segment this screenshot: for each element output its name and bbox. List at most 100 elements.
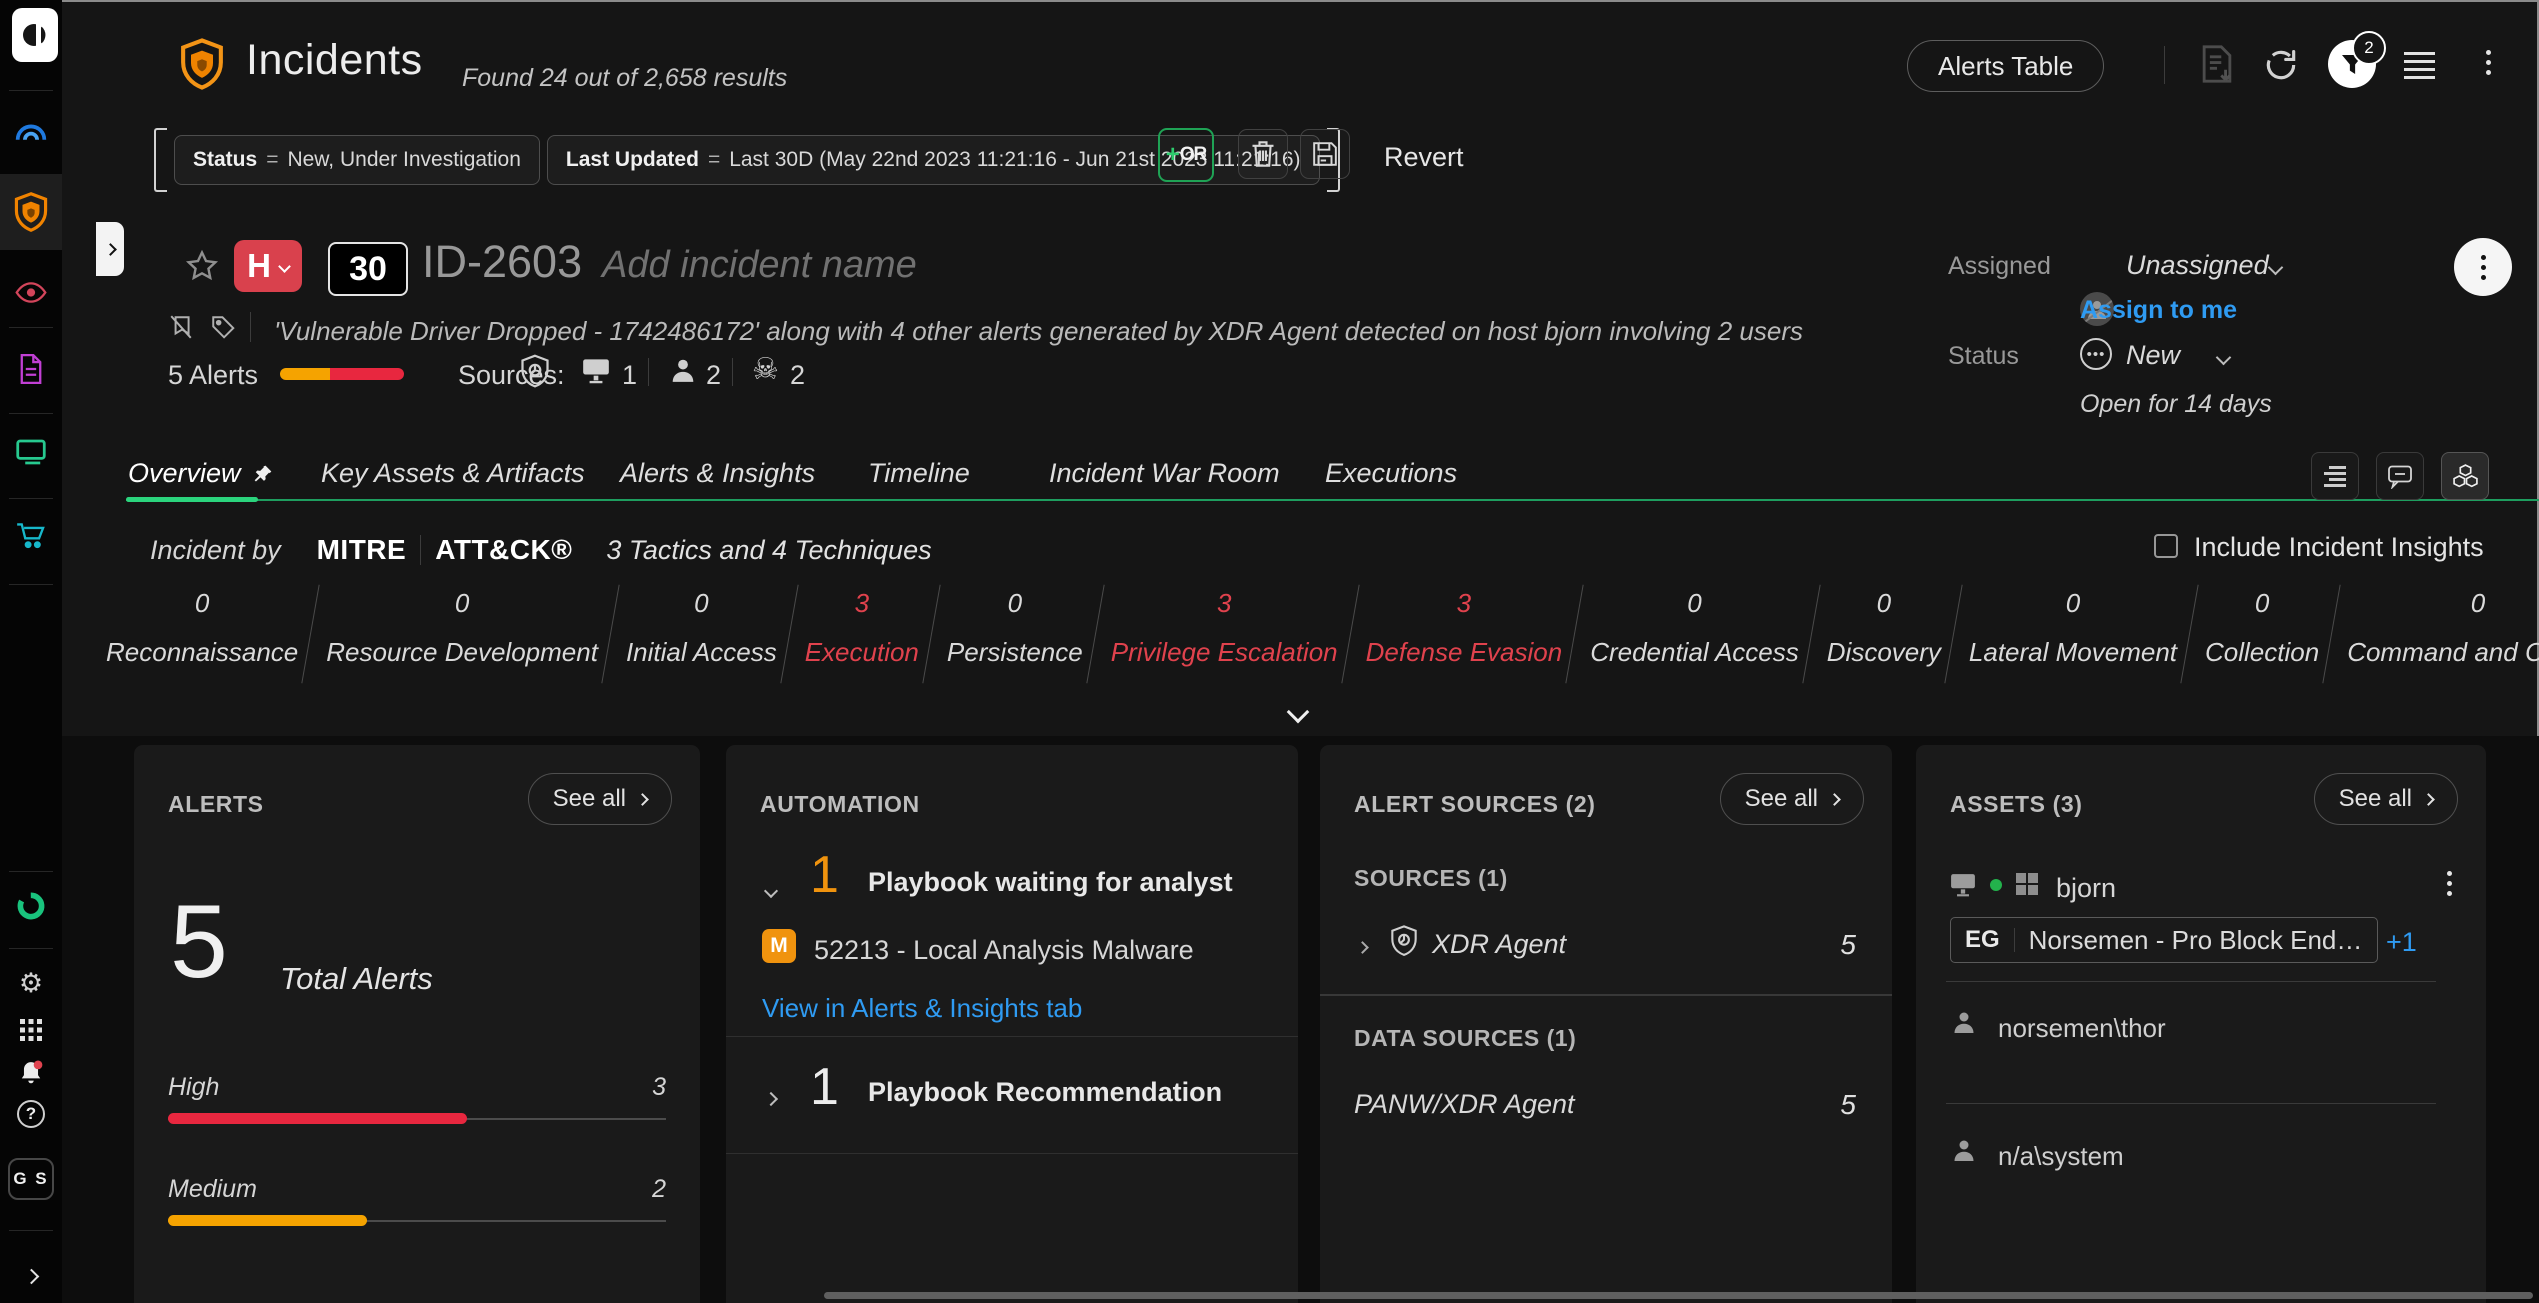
expand-panel-tab[interactable]: [96, 222, 124, 276]
add-or-filter-button[interactable]: +OR: [1158, 128, 1214, 182]
tactic-discovery[interactable]: 0Discovery: [1813, 588, 1955, 668]
sidebar-expand-button[interactable]: [0, 1258, 62, 1294]
tactic-collection[interactable]: 0Collection: [2191, 588, 2333, 668]
host-name[interactable]: bjorn: [2056, 873, 2116, 904]
sidebar-item-incidents[interactable]: [0, 182, 62, 242]
revert-button[interactable]: Revert: [1384, 142, 1464, 173]
save-filter-button[interactable]: [1300, 129, 1350, 179]
alert-item[interactable]: 52213 - Local Analysis Malware: [814, 935, 1194, 966]
muted-flag-icon[interactable]: [168, 314, 194, 340]
status-dropdown-chevron[interactable]: [2218, 350, 2229, 368]
help-icon[interactable]: ?: [0, 1094, 62, 1134]
status-value[interactable]: New: [2126, 340, 2180, 371]
medium-bar-segment: [280, 368, 330, 380]
tab-timeline[interactable]: Timeline: [868, 458, 970, 489]
source-expand-chevron[interactable]: [1358, 939, 1367, 957]
include-insights-checkbox[interactable]: [2154, 534, 2178, 558]
online-status-dot: [1990, 879, 2002, 891]
tactic-defense-evasion[interactable]: 3Defense Evasion: [1352, 588, 1577, 668]
tactic-command-and-control[interactable]: 0Command and Control: [2333, 588, 2539, 668]
refresh-icon[interactable]: [2262, 46, 2300, 84]
sidebar-item-marketplace[interactable]: [0, 514, 62, 558]
asset-divider: [1946, 1103, 2436, 1104]
bell-icon: [18, 1060, 44, 1086]
tactic-initial-access[interactable]: 0Initial Access: [612, 588, 791, 668]
tag-icon[interactable]: [210, 314, 236, 340]
tactic-execution[interactable]: 3Execution: [791, 588, 933, 668]
endpoint-group-tag[interactable]: EG Norsemen - Pro Block Endpoin...: [1950, 917, 2378, 963]
xdr-shield-icon[interactable]: [520, 354, 550, 390]
sidebar-item-investigation[interactable]: [0, 272, 62, 312]
asset-divider: [1946, 981, 2436, 982]
page-title: Incidents: [246, 36, 423, 85]
tactic-resource-development[interactable]: 0Resource Development: [312, 588, 612, 668]
tag-divider: [2014, 928, 2015, 952]
save-icon: [1312, 141, 1338, 167]
collapse-section-chevron[interactable]: [1290, 704, 1306, 725]
dashboard-arc-icon: [15, 122, 47, 142]
tactic-persistence[interactable]: 0Persistence: [933, 588, 1097, 668]
topbar-kebab-menu[interactable]: [2486, 50, 2491, 75]
asset-kebab-menu[interactable]: [2447, 871, 2452, 896]
alert-sources-see-all-button[interactable]: See all: [1720, 773, 1864, 825]
layout-list-toggle[interactable]: [2311, 452, 2359, 500]
sidebar-item-dashboard[interactable]: [0, 112, 62, 152]
menu-hamburger-icon[interactable]: [2404, 52, 2435, 79]
asset-user[interactable]: norsemen\thor: [1998, 1013, 2166, 1044]
expand-chevron[interactable]: [766, 1091, 776, 1109]
tactic-lateral-movement[interactable]: 0Lateral Movement: [1955, 588, 2191, 668]
threat-actors-count: 2: [790, 360, 805, 391]
asset-user[interactable]: n/a\system: [1998, 1141, 2124, 1172]
card-divider: [726, 1153, 1298, 1154]
align-lines-icon: [2323, 465, 2347, 487]
export-report-icon[interactable]: [2198, 44, 2236, 84]
hosts-count: 1: [622, 360, 637, 391]
incident-name-placeholder[interactable]: Add incident name: [602, 244, 917, 287]
filter-pill-status[interactable]: Status = New, Under Investigation: [174, 135, 540, 185]
eye-icon: [15, 282, 47, 303]
tab-alerts-insights[interactable]: Alerts & Insights: [620, 458, 815, 489]
view-in-alerts-link[interactable]: View in Alerts & Insights tab: [762, 993, 1082, 1024]
tactic-credential-access[interactable]: 0Credential Access: [1576, 588, 1813, 668]
tab-executions[interactable]: Executions: [1325, 458, 1457, 489]
star-favorite-icon[interactable]: [184, 248, 220, 284]
tab-war-room[interactable]: Incident War Room: [1049, 458, 1280, 489]
tactics-techniques-summary: 3 Tactics and 4 Techniques: [606, 535, 931, 566]
attack-logo: ATT&CK®: [435, 534, 572, 566]
settings-gear-icon[interactable]: ⚙: [0, 964, 62, 1002]
delete-filter-button[interactable]: [1238, 129, 1288, 179]
cortex-logo[interactable]: [12, 8, 58, 62]
stats-divider: [732, 358, 733, 386]
incident-score[interactable]: 30: [328, 242, 408, 296]
tactic-privilege-escalation[interactable]: 3Privilege Escalation: [1097, 588, 1352, 668]
notifications-bell-icon[interactable]: [0, 1054, 62, 1092]
tab-overview[interactable]: Overview: [128, 458, 273, 489]
more-groups-tag[interactable]: +1: [2386, 927, 2417, 958]
sidebar-item-platform[interactable]: [0, 884, 62, 928]
horizontal-scrollbar-thumb[interactable]: [824, 1292, 2533, 1299]
assignee-dropdown-chevron[interactable]: [2270, 260, 2281, 278]
blocks-view-toggle[interactable]: [2441, 452, 2489, 500]
tab-key-assets[interactable]: Key Assets & Artifacts: [321, 458, 585, 489]
assign-to-me-link[interactable]: Assign to me: [2080, 296, 2237, 325]
filter-button[interactable]: 2: [2328, 40, 2376, 88]
user-avatar-initials[interactable]: G S: [0, 1152, 62, 1206]
active-tab-underline: [126, 497, 258, 502]
sidebar-item-endpoints[interactable]: [0, 430, 62, 474]
incident-actions-button[interactable]: [2454, 238, 2512, 296]
recommendation-label: Playbook Recommendation: [868, 1077, 1222, 1108]
left-nav-sidebar: ⚙ ? G S: [0, 0, 62, 1303]
tactic-reconnaissance[interactable]: 0Reconnaissance: [92, 588, 312, 668]
sidebar-divider: [9, 327, 53, 328]
severity-badge[interactable]: H: [234, 240, 302, 292]
collapse-chevron[interactable]: [766, 883, 776, 901]
source-name[interactable]: XDR Agent: [1432, 929, 1566, 960]
alerts-see-all-button[interactable]: See all: [528, 773, 672, 825]
alerts-card-title: ALERTS: [168, 791, 264, 818]
assignee-value[interactable]: Unassigned: [2126, 250, 2269, 281]
alerts-table-button[interactable]: Alerts Table: [1907, 40, 2104, 92]
apps-grid-icon[interactable]: [0, 1012, 62, 1048]
assets-see-all-button[interactable]: See all: [2314, 773, 2458, 825]
comments-toggle[interactable]: [2376, 452, 2424, 500]
sidebar-item-reports[interactable]: [0, 348, 62, 390]
